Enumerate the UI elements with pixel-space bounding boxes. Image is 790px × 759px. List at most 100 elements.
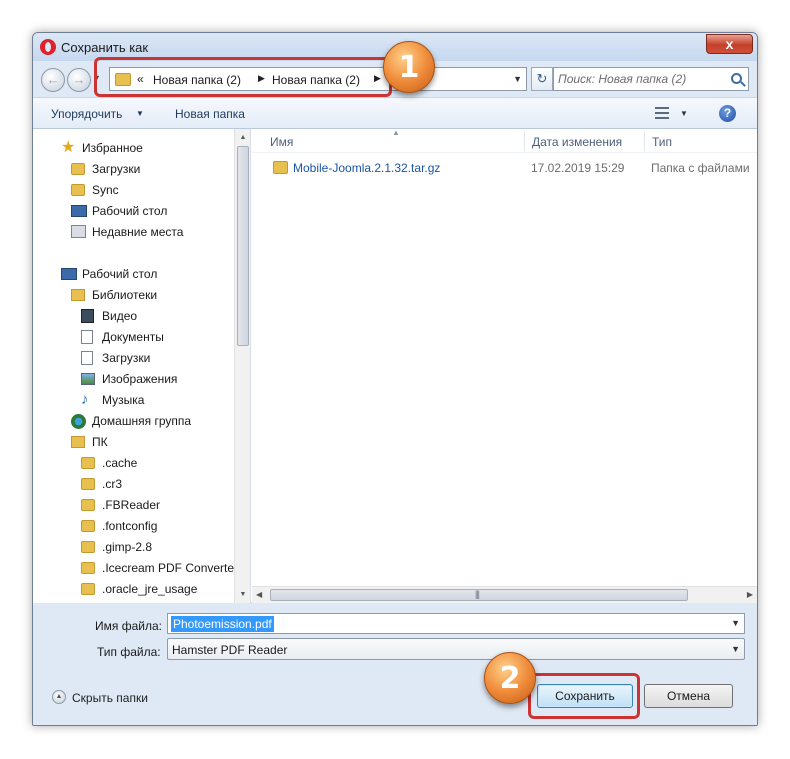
pc-icon (71, 436, 85, 448)
forward-arrow-icon: → (72, 72, 86, 87)
folder-icon (81, 541, 95, 553)
save-as-dialog: Сохранить как x ← → ▼ « Новая папка (2) … (32, 32, 758, 726)
documents-icon (81, 330, 93, 344)
help-icon[interactable]: ? (719, 105, 736, 122)
scroll-right-icon[interactable]: ▶ (747, 590, 753, 599)
folder-icon (273, 161, 288, 174)
navigation-pane: ★ Избранное Загрузки Sync Рабочий стол Н… (33, 129, 251, 603)
window-title: Сохранить как (61, 40, 149, 55)
nav-item-label: Рабочий стол (82, 267, 158, 281)
command-toolbar: Упорядочить ▼ Новая папка ▼ ? (33, 97, 757, 129)
file-date: 17.02.2019 15:29 (531, 161, 625, 175)
filetype-value: Hamster PDF Reader (172, 643, 288, 657)
column-divider[interactable] (644, 131, 645, 151)
nav-item-label: .FBReader (102, 498, 161, 512)
folder-icon (81, 562, 95, 574)
file-row[interactable]: Mobile-Joomla.2.1.32.tar.gz 17.02.2019 1… (252, 157, 757, 179)
annotation-badge-2: 2 (484, 652, 536, 704)
search-icon[interactable] (731, 73, 742, 84)
annotation-highlight-save (528, 673, 640, 719)
pictures-icon (81, 373, 95, 385)
folder-icon (81, 520, 95, 532)
refresh-button[interactable]: ↻ (531, 67, 553, 91)
nav-item-label: Избранное (82, 141, 143, 155)
filetype-select[interactable]: Hamster PDF Reader ▼ (167, 638, 745, 660)
column-header-row: ▲ Имя Дата изменения Тип (252, 128, 757, 153)
nav-item-label: .cr3 (102, 477, 123, 491)
folder-icon (81, 583, 95, 595)
desktop-icon (61, 268, 77, 280)
sort-ascending-icon: ▲ (392, 128, 400, 137)
nav-item-label: .cache (102, 456, 138, 470)
annotation-badge-1: 1 (383, 41, 435, 93)
nav-pane-scrollbar[interactable]: ▲ ▼ (234, 129, 250, 603)
nav-item-label: Домашняя группа (92, 414, 192, 428)
folder-icon (81, 499, 95, 511)
chevron-down-icon[interactable]: ▼ (680, 109, 688, 118)
new-folder-button[interactable]: Новая папка (175, 107, 245, 121)
folder-icon (81, 457, 95, 469)
nav-item-label: .gimp-2.8 (102, 540, 153, 554)
chevron-down-icon[interactable]: ▼ (731, 618, 740, 628)
organize-button[interactable]: Упорядочить (51, 107, 122, 121)
search-box[interactable] (553, 67, 749, 91)
column-divider[interactable] (524, 131, 525, 151)
file-type: Папка с файлами (651, 161, 750, 175)
nav-item-label: Загрузки (92, 162, 141, 176)
chevron-down-icon[interactable]: ▼ (136, 109, 144, 118)
refresh-icon: ↻ (536, 71, 548, 86)
nav-item-label: ПК (92, 435, 108, 449)
folder-icon (71, 184, 85, 196)
back-button[interactable]: ← (41, 68, 65, 92)
nav-item-label: .Icecream PDF Converter (102, 561, 239, 575)
column-name[interactable]: Имя (270, 135, 293, 149)
chevron-up-icon[interactable]: ▲ (52, 690, 66, 704)
star-icon: ★ (61, 139, 76, 156)
downloads-icon (81, 351, 93, 365)
libraries-icon (71, 289, 85, 301)
recent-places-icon (71, 225, 86, 238)
scroll-left-icon[interactable]: ◀ (256, 590, 262, 599)
nav-item-label: Sync (92, 183, 119, 197)
nav-item-label: Изображения (102, 372, 178, 386)
back-arrow-icon: ← (46, 72, 60, 87)
music-icon: ♪ (81, 391, 89, 408)
folder-icon (81, 478, 95, 490)
scroll-up-icon[interactable]: ▲ (235, 129, 250, 146)
chevron-down-icon[interactable]: ▼ (731, 644, 740, 654)
video-icon (81, 309, 94, 323)
column-type[interactable]: Тип (652, 135, 672, 149)
scrollbar-grip-icon: ||| (475, 589, 480, 599)
search-input[interactable] (554, 68, 724, 90)
cancel-button[interactable]: Отмена (644, 684, 733, 708)
downloads-folder-icon (71, 163, 85, 175)
nav-item-label: Документы (102, 330, 164, 344)
nav-item-label: Видео (102, 309, 138, 323)
nav-item-label: Библиотеки (92, 288, 158, 302)
hide-folders-button[interactable]: Скрыть папки (72, 691, 148, 705)
filetype-label: Тип файла: (97, 645, 161, 659)
view-options-icon[interactable] (655, 107, 669, 119)
scrollbar-thumb[interactable] (237, 146, 249, 346)
nav-item-label: Недавние места (92, 225, 184, 239)
desktop-icon (71, 205, 87, 217)
filename-value[interactable]: Photoemission.pdf (171, 616, 274, 632)
forward-button[interactable]: → (67, 68, 91, 92)
filename-label: Имя файла: (95, 619, 162, 633)
content-area: ★ Избранное Загрузки Sync Рабочий стол Н… (33, 128, 757, 603)
save-form: Имя файла: Photoemission.pdf ▼ Тип файла… (33, 603, 757, 663)
horizontal-scrollbar[interactable]: ◀ ||| ▶ (252, 586, 757, 603)
file-list-pane: ▲ Имя Дата изменения Тип Mobile-Joomla.2… (252, 128, 757, 603)
nav-item-label: Рабочий стол (92, 204, 168, 218)
filename-input[interactable]: Photoemission.pdf ▼ (167, 613, 745, 634)
column-date-modified[interactable]: Дата изменения (532, 135, 622, 149)
nav-item-label: Музыка (102, 393, 145, 407)
opera-logo-icon (40, 39, 56, 55)
file-name: Mobile-Joomla.2.1.32.tar.gz (293, 161, 441, 175)
scrollbar-thumb[interactable]: ||| (270, 589, 688, 601)
nav-item-label: .fontconfig (102, 519, 158, 533)
scroll-down-icon[interactable]: ▼ (235, 586, 250, 603)
annotation-highlight-address (94, 57, 392, 97)
close-button[interactable]: x (706, 34, 753, 54)
address-dropdown-icon[interactable]: ▼ (513, 74, 522, 84)
